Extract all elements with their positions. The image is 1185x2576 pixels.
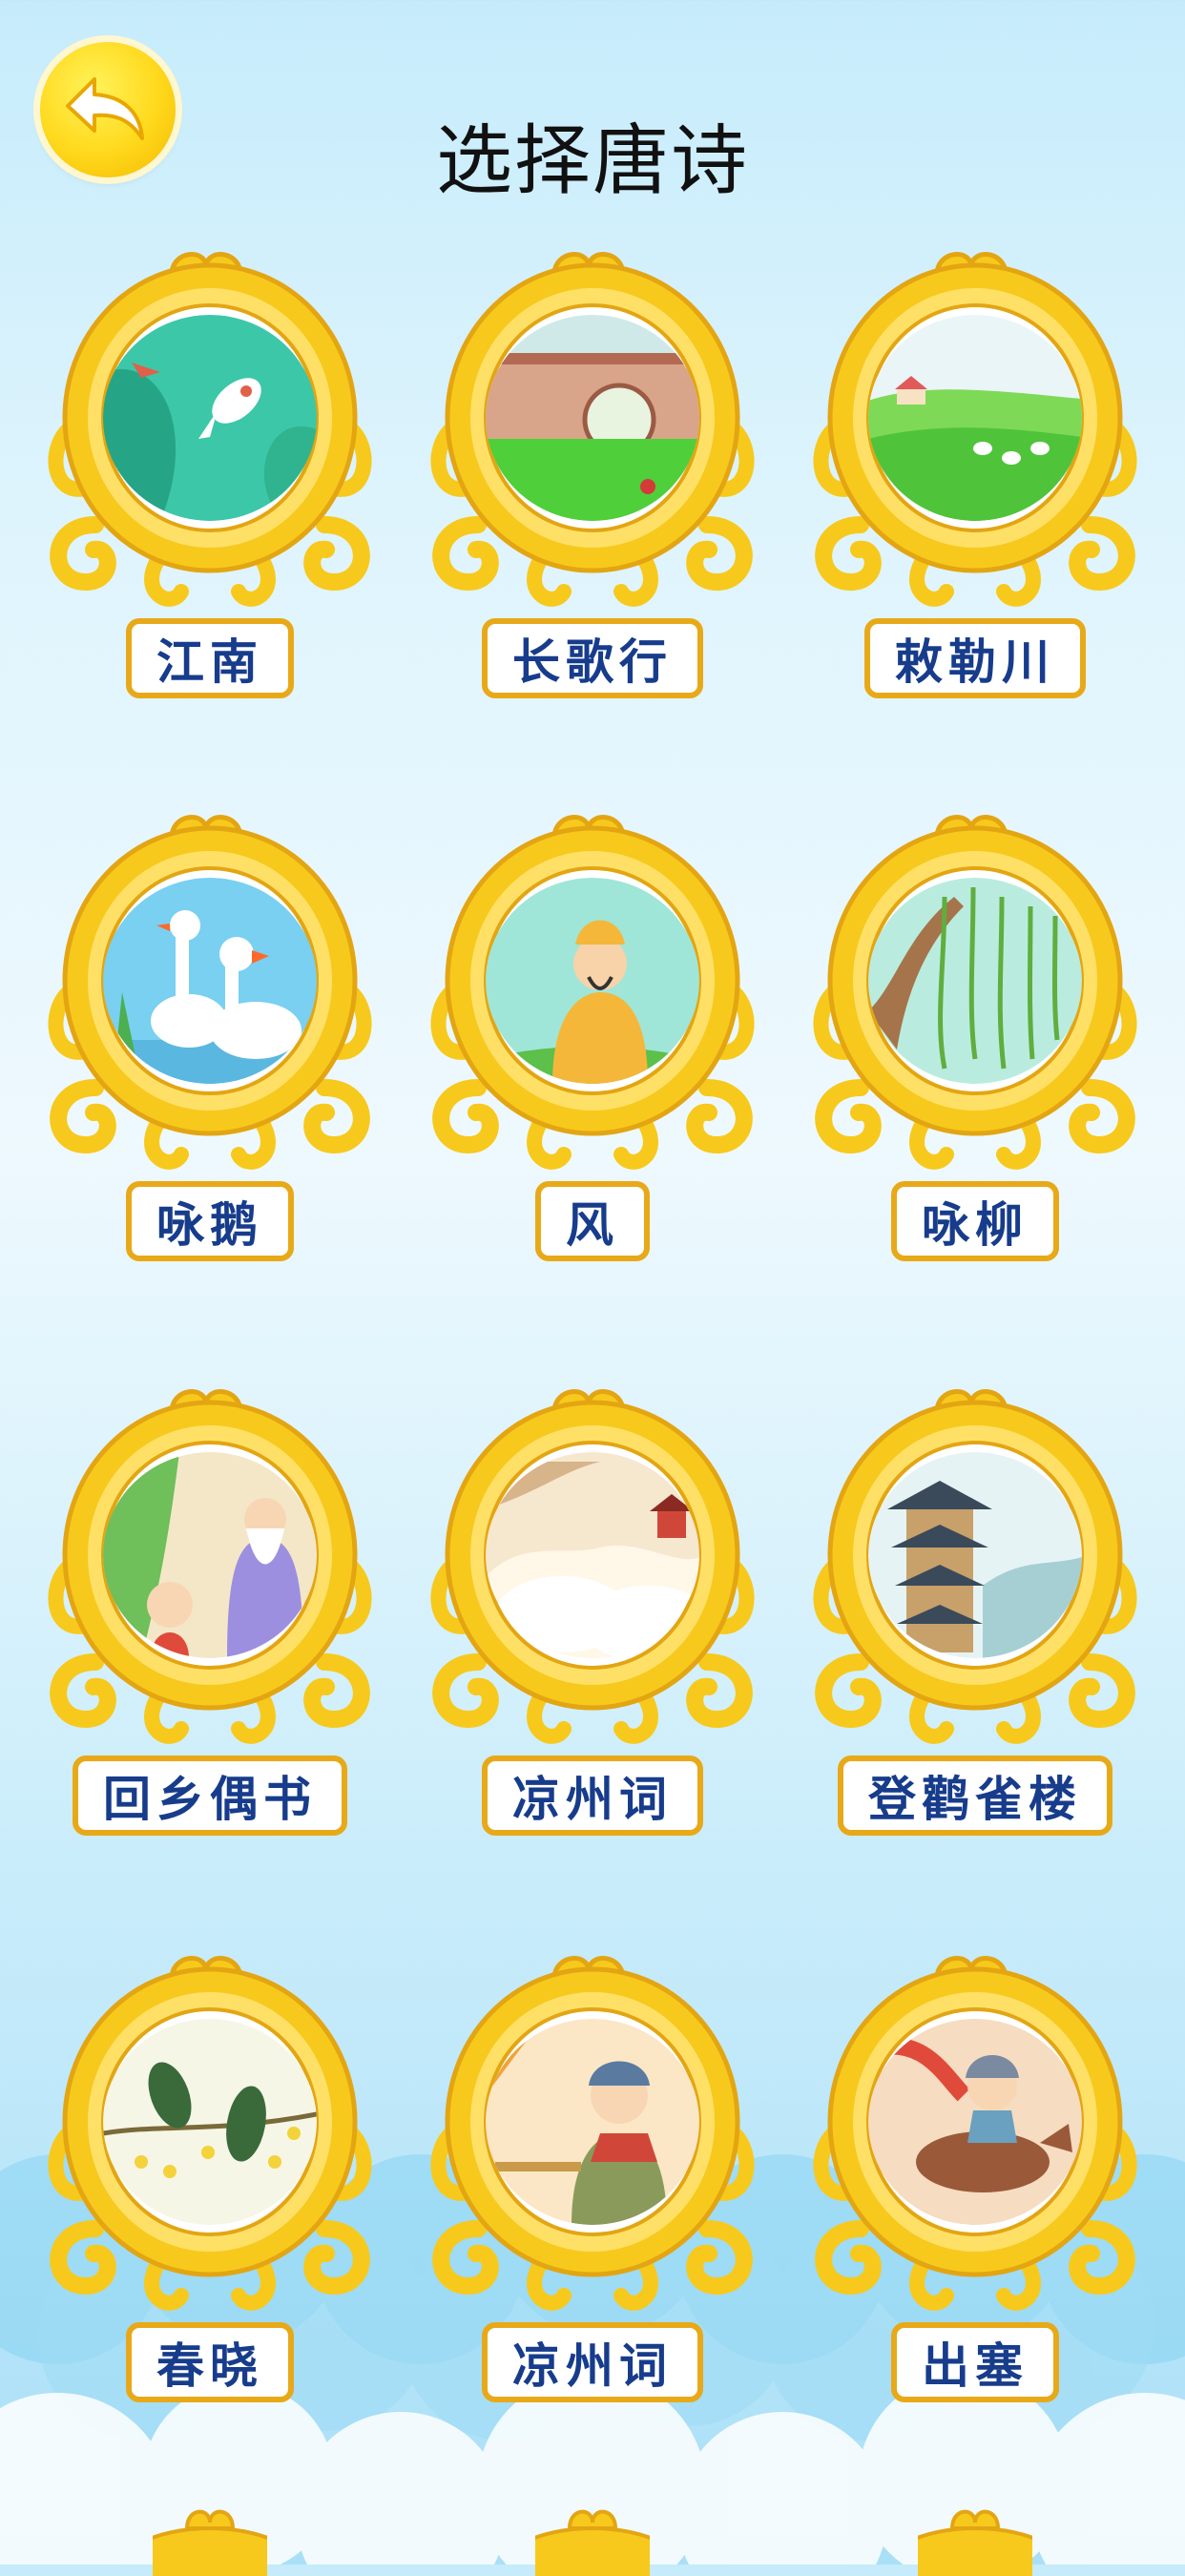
poem-title-label: 风 <box>535 1181 650 1261</box>
poem-card-chunxiao[interactable]: 春晓 <box>38 1942 382 2477</box>
poem-card-chilechuan[interactable]: 敕勒川 <box>803 239 1147 773</box>
poem-card-dengguanquelou[interactable]: 登鹳雀楼 <box>803 1376 1147 1910</box>
fish-lotus-pond-icon <box>103 315 317 521</box>
poem-title-label: 敕勒川 <box>864 618 1086 698</box>
grassland-sheep-icon <box>868 315 1082 521</box>
poem-card-chusai[interactable]: 出塞 <box>803 1942 1147 2477</box>
poem-card-jiangnan[interactable]: 江南 <box>38 239 382 773</box>
poem-card-feng[interactable]: 风 <box>421 801 764 1336</box>
poem-card-liangzhouci-1[interactable]: 凉州词 <box>421 1376 764 1910</box>
partial-frame-ornament <box>153 2509 267 2576</box>
poem-title-label: 春晓 <box>126 2322 294 2402</box>
poem-card-yongliu[interactable]: 咏柳 <box>803 801 1147 1336</box>
poem-title-label: 咏柳 <box>891 1181 1059 1261</box>
poem-title-label: 江南 <box>126 618 294 698</box>
poem-title-label: 出塞 <box>891 2322 1059 2402</box>
poem-title-label: 回乡偶书 <box>73 1755 347 1836</box>
poem-card-yonge[interactable]: 咏鹅 <box>38 801 382 1336</box>
birds-on-branch-icon <box>103 2019 317 2225</box>
poem-title-label: 凉州词 <box>482 1755 703 1836</box>
soldier-drinking-icon <box>486 2019 699 2225</box>
poet-in-yellow-robe-icon <box>486 878 699 1084</box>
poem-title-label: 长歌行 <box>482 618 703 698</box>
general-on-horse-icon <box>868 2019 1082 2225</box>
page-title: 选择唐诗 <box>436 116 749 205</box>
poem-title-label: 登鹳雀楼 <box>838 1755 1112 1836</box>
partial-frame-ornament <box>918 2509 1032 2576</box>
white-geese-icon <box>103 878 317 1084</box>
poem-card-huixiangoushu[interactable]: 回乡偶书 <box>38 1376 382 1910</box>
courtyard-moon-gate-icon <box>486 315 699 521</box>
mountain-clouds-icon <box>486 1452 699 1658</box>
old-man-and-child-icon <box>103 1452 317 1658</box>
partial-frame-ornament <box>535 2509 650 2576</box>
poem-card-liangzhouci-2[interactable]: 凉州词 <box>421 1942 764 2477</box>
poem-title-label: 凉州词 <box>482 2322 703 2402</box>
tower-pavilion-icon <box>868 1452 1082 1658</box>
poem-card-changgexing[interactable]: 长歌行 <box>421 239 764 773</box>
willow-tree-icon <box>868 878 1082 1084</box>
poem-title-label: 咏鹅 <box>126 1181 294 1261</box>
